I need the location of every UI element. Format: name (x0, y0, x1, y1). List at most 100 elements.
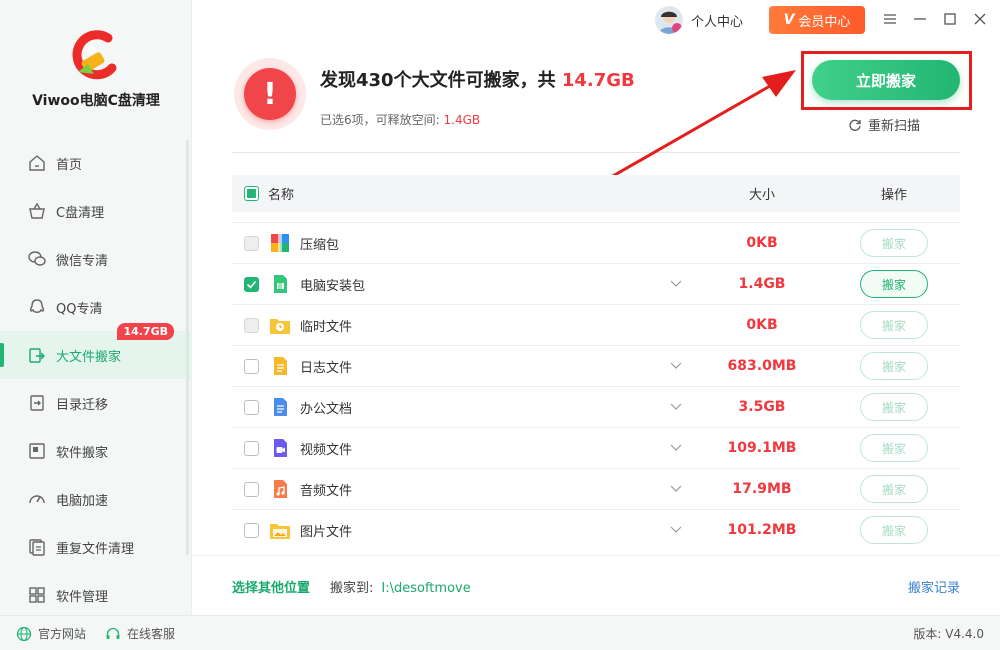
qq-icon (26, 296, 48, 318)
website-label: 官方网站 (38, 627, 87, 641)
installer-icon (269, 273, 291, 295)
app-logo-icon (68, 28, 124, 84)
row-size: 3.5GB (738, 399, 786, 415)
alert-icon: ! (234, 58, 306, 130)
row-move-button[interactable]: 搬家 (860, 311, 928, 339)
row-size: 0KB (746, 235, 778, 251)
sidebar-nav: 首页 C盘清理 微信专清 QQ专清 大文件搬家 14.7GB 目录迁移 软件搬家 (0, 139, 192, 619)
sidebar-item-label: QQ专清 (56, 301, 103, 317)
speedometer-icon (26, 488, 48, 510)
row-checkbox[interactable] (244, 235, 259, 251)
row-name: 电脑安装包 (300, 278, 366, 294)
sidebar-item-software-manage[interactable]: 软件管理 (0, 571, 192, 619)
divider (232, 152, 960, 153)
col-action: 操作 (880, 188, 907, 203)
page-title: 发现430个大文件可搬家，共 14.7GB (320, 66, 635, 92)
sidebar-item-home[interactable]: 首页 (0, 139, 192, 187)
sidebar-item-label: 目录迁移 (56, 397, 109, 413)
row-move-button[interactable]: 搬家 (860, 229, 928, 257)
subline-size: 1.4GB (443, 113, 481, 127)
exclamation-icon: ! (244, 68, 296, 120)
avatar (655, 6, 683, 34)
rescan-button[interactable]: 重新扫描 (848, 115, 920, 134)
document-icon (269, 396, 291, 418)
move-to-path[interactable]: I:\desoftmove (381, 581, 470, 596)
sidebar-item-software-move[interactable]: 软件搬家 (0, 427, 192, 475)
chevron-down-icon[interactable] (670, 400, 682, 414)
support-label: 在线客服 (127, 627, 176, 641)
row-name: 图片文件 (300, 524, 353, 540)
move-to-label: 搬家到: (330, 581, 374, 596)
duplicate-file-icon (26, 536, 48, 558)
headline-text: 发现430个大文件可搬家，共 (320, 70, 562, 91)
minimize-icon[interactable] (911, 10, 929, 28)
maximize-icon[interactable] (941, 10, 959, 28)
version-text: 版本: V4.4.0 (913, 627, 984, 641)
website-link[interactable]: 官方网站 (16, 625, 86, 642)
audio-file-icon (269, 478, 291, 500)
row-move-button[interactable]: 搬家 (860, 475, 928, 503)
chevron-down-icon[interactable] (670, 277, 682, 291)
row-move-button[interactable]: 搬家 (860, 352, 928, 380)
choose-location-link[interactable]: 选择其他位置 (232, 577, 310, 596)
log-file-icon (269, 355, 291, 377)
software-move-icon (26, 440, 48, 462)
select-all-checkbox[interactable] (244, 186, 259, 201)
status-bar: 官方网站 在线客服 版本: V4.4.0 (0, 615, 1000, 650)
sidebar-item-wechat[interactable]: 微信专清 (0, 235, 192, 283)
sidebar-item-dir-migrate[interactable]: 目录迁移 (0, 379, 192, 427)
app-name: Viwoo电脑C盘清理 (32, 93, 160, 109)
row-checkbox[interactable] (244, 358, 259, 374)
row-size: 0KB (746, 317, 778, 333)
chevron-down-icon[interactable] (670, 482, 682, 496)
sidebar-item-c-clean[interactable]: C盘清理 (0, 187, 192, 235)
sidebar-item-big-file-move[interactable]: 大文件搬家 14.7GB (0, 323, 192, 379)
row-checkbox[interactable] (244, 440, 259, 456)
sidebar-item-label: 首页 (56, 157, 83, 173)
vip-center-button[interactable]: V 会员中心 (769, 6, 865, 34)
table-row: 音频文件 17.9MB 搬家 (232, 468, 960, 509)
chevron-down-icon[interactable] (670, 523, 682, 537)
row-checkbox[interactable] (244, 276, 259, 292)
sidebar-item-label: 软件搬家 (56, 445, 109, 461)
row-name: 临时文件 (300, 319, 353, 335)
row-move-button[interactable]: 搬家 (860, 270, 928, 298)
headset-icon (105, 626, 121, 642)
chevron-down-icon[interactable] (670, 359, 682, 373)
vip-center-label: 会员中心 (798, 14, 851, 30)
subline-text: 已选6项，可释放空间: (320, 113, 444, 127)
selection-summary: 已选6项，可释放空间: 1.4GB (320, 111, 480, 128)
support-link[interactable]: 在线客服 (105, 625, 175, 642)
user-center[interactable]: 个人中心 (655, 6, 743, 34)
title-bar: 个人中心 V 会员中心 (192, 0, 1000, 40)
col-name: 名称 (268, 188, 295, 203)
row-move-button[interactable]: 搬家 (860, 434, 928, 462)
row-checkbox[interactable] (244, 481, 259, 497)
close-icon[interactable] (971, 10, 989, 28)
row-size: 683.0MB (727, 358, 797, 374)
row-checkbox[interactable] (244, 522, 259, 538)
user-center-label: 个人中心 (691, 14, 744, 30)
row-checkbox[interactable] (244, 317, 259, 333)
move-file-icon (26, 344, 48, 366)
sidebar-item-duplicate-clean[interactable]: 重复文件清理 (0, 523, 192, 571)
row-checkbox[interactable] (244, 399, 259, 415)
sidebar-item-label: 电脑加速 (56, 493, 109, 509)
sidebar-item-speedup[interactable]: 电脑加速 (0, 475, 192, 523)
row-size: 1.4GB (738, 276, 786, 292)
move-history-link[interactable]: 搬家记录 (908, 577, 960, 596)
basket-icon (26, 200, 48, 222)
table-row: 日志文件 683.0MB 搬家 (232, 345, 960, 386)
sidebar-scrollbar[interactable] (186, 140, 189, 555)
archive-icon (269, 232, 291, 254)
menu-icon[interactable] (881, 10, 899, 28)
chevron-down-icon[interactable] (670, 441, 682, 455)
row-size: 109.1MB (727, 440, 797, 456)
annotation-highlight-box (801, 51, 972, 110)
apps-grid-icon (26, 584, 48, 606)
row-move-button[interactable]: 搬家 (860, 393, 928, 421)
sidebar-item-label: 大文件搬家 (56, 349, 122, 365)
rescan-label: 重新扫描 (868, 119, 921, 134)
row-move-button[interactable]: 搬家 (860, 516, 928, 544)
size-badge: 14.7GB (117, 323, 174, 340)
